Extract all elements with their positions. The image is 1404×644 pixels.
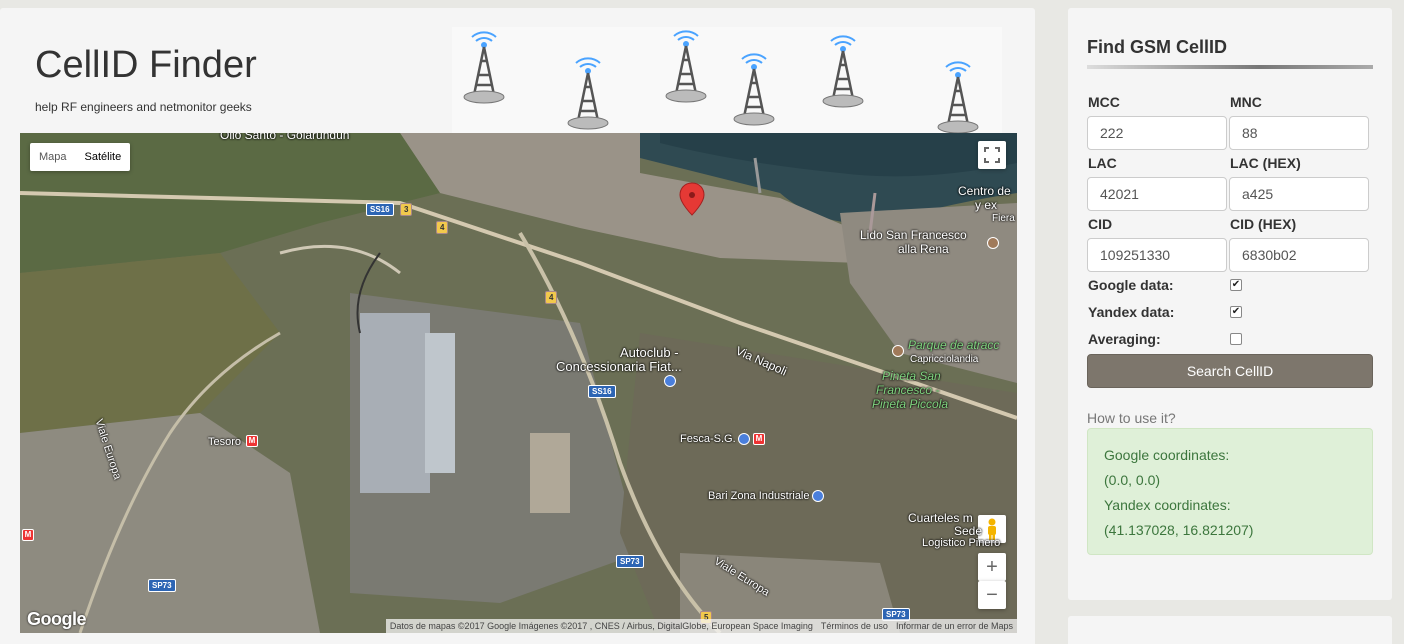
map-label: Pineta San xyxy=(882,369,941,383)
map-label: Francesco - xyxy=(876,383,940,397)
metro-station-icon: M xyxy=(246,435,258,447)
map-label: Logistico Pinero xyxy=(922,537,1001,549)
panel-title: Find GSM CellID xyxy=(1087,37,1228,57)
map-attribution: Datos de mapas ©2017 Google Imágenes ©20… xyxy=(385,619,1017,633)
map-label: Fesca-S.G. xyxy=(680,433,736,445)
map-label: Bari Zona Industriale xyxy=(708,490,810,502)
lac-label: LAC xyxy=(1088,155,1117,171)
road-shield: SP73 xyxy=(148,579,176,592)
report-error-link[interactable]: Informar de un error de Maps xyxy=(896,621,1013,631)
site-subtitle: help RF engineers and netmonitor geeks xyxy=(35,100,252,114)
map-label: Concessionaria Fiat... xyxy=(556,359,682,374)
cid-label: CID xyxy=(1088,216,1113,232)
road-shield: SS16 xyxy=(366,203,394,216)
map-label: Autoclub - xyxy=(620,345,679,360)
zoom-out-button[interactable]: − xyxy=(978,581,1006,609)
cid-input[interactable] xyxy=(1087,238,1227,272)
secondary-panel xyxy=(1068,616,1392,644)
road-shield: SP73 xyxy=(616,555,644,568)
cell-towers-banner xyxy=(452,27,1002,143)
station-poi-icon xyxy=(812,490,824,502)
autoclub-poi-icon xyxy=(664,375,676,387)
cid-hex-label: CID (HEX) xyxy=(1230,216,1297,232)
satellite-imagery xyxy=(20,133,1017,633)
map-type-control: Mapa Satélite xyxy=(30,143,131,171)
map-label: Tesoro xyxy=(208,436,242,448)
zoom-in-button[interactable]: + xyxy=(978,553,1006,581)
google-data-label: Google data: xyxy=(1088,277,1174,293)
lido-poi-icon xyxy=(987,237,999,249)
lac-hex-input[interactable] xyxy=(1229,177,1369,211)
map-label: Capricciolandia xyxy=(910,354,979,365)
metro-station-icon: M xyxy=(753,433,765,445)
cell-tower-icon xyxy=(733,53,775,126)
map-label: Lido San Francesco xyxy=(860,228,967,242)
google-coordinates-value: (0.0, 0.0) xyxy=(1104,472,1161,488)
cell-tower-icon xyxy=(567,57,609,130)
google-coordinates-label: Google coordinates: xyxy=(1104,447,1230,463)
yandex-coordinates-label: Yandex coordinates: xyxy=(1104,497,1231,513)
site-title: CellID Finder xyxy=(35,44,257,86)
map-label: y ex xyxy=(975,198,998,212)
map-label: Centro de xyxy=(958,184,1011,198)
map-label: Parque de atracc xyxy=(908,338,1000,352)
cell-tower-icon xyxy=(822,35,864,108)
how-to-use-link[interactable]: How to use it? xyxy=(1087,410,1176,426)
averaging-label: Averaging: xyxy=(1088,331,1161,347)
mnc-input[interactable] xyxy=(1229,116,1369,150)
title-divider xyxy=(1087,65,1373,69)
averaging-checkbox[interactable] xyxy=(1230,333,1242,345)
fullscreen-icon xyxy=(984,147,1000,163)
google-logo: Google xyxy=(27,609,87,629)
mcc-input[interactable] xyxy=(1087,116,1227,150)
results-box: Google coordinates: (0.0, 0.0) Yandex co… xyxy=(1087,428,1373,555)
map-label: alla Rena xyxy=(898,242,949,256)
find-cellid-panel: Find GSM CellID MCC MNC LAC LAC (HEX) CI… xyxy=(1068,8,1392,600)
cell-tower-icon xyxy=(937,61,979,134)
road-shield: 4 xyxy=(545,291,558,304)
cid-hex-input[interactable] xyxy=(1229,238,1369,272)
map-label: Olio Santo - Golarundun xyxy=(220,133,350,142)
mnc-label: MNC xyxy=(1230,94,1262,110)
road-shield: SS16 xyxy=(588,385,616,398)
cell-tower-icon xyxy=(463,31,505,104)
terms-link[interactable]: Términos de uso xyxy=(821,621,888,631)
google-data-checkbox[interactable]: ✔ xyxy=(1230,279,1242,291)
metro-station-icon: M xyxy=(22,529,34,541)
park-poi-icon xyxy=(892,345,904,357)
fullscreen-button[interactable] xyxy=(978,141,1006,169)
satellite-map[interactable]: Mapa Satélite + − Olio Santo - Golarundu… xyxy=(20,133,1017,633)
attribution-text: Datos de mapas ©2017 Google Imágenes ©20… xyxy=(389,621,813,631)
mcc-label: MCC xyxy=(1088,94,1120,110)
yandex-data-label: Yandex data: xyxy=(1088,304,1175,320)
road-shield: 3 xyxy=(400,203,413,216)
lac-hex-label: LAC (HEX) xyxy=(1230,155,1301,171)
station-poi-icon xyxy=(738,433,750,445)
map-type-map-button[interactable]: Mapa xyxy=(30,143,76,171)
search-cellid-button[interactable]: Search CellID xyxy=(1087,354,1373,388)
road-shield: 4 xyxy=(436,221,449,234)
map-type-satellite-button[interactable]: Satélite xyxy=(76,143,131,171)
map-label: Fiera xyxy=(992,213,1015,224)
map-label: Pineta Piccola xyxy=(872,397,949,411)
cell-tower-icon xyxy=(665,30,707,103)
yandex-coordinates-value: (41.137028, 16.821207) xyxy=(1104,522,1254,538)
yandex-data-checkbox[interactable]: ✔ xyxy=(1230,306,1242,318)
lac-input[interactable] xyxy=(1087,177,1227,211)
